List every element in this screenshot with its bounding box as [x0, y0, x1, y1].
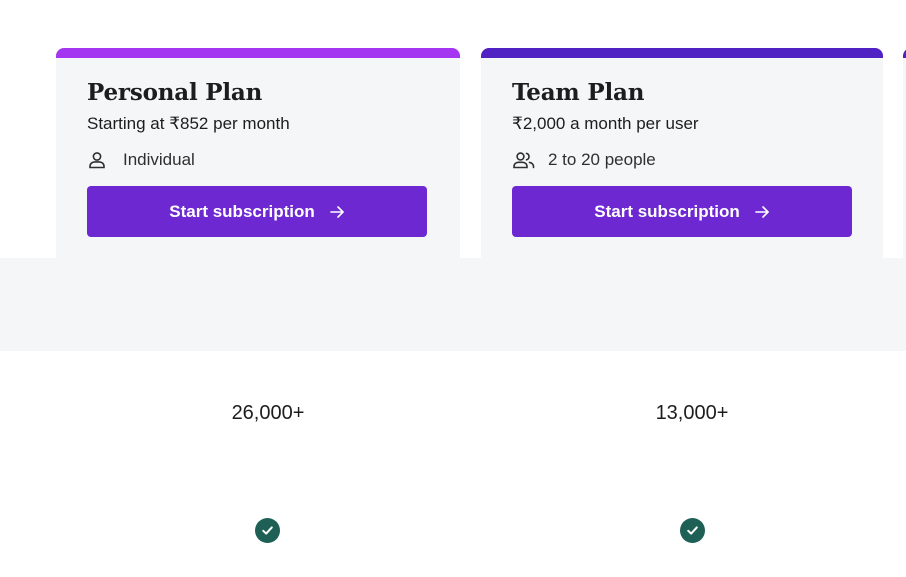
- plan-seats-label: Individual: [123, 150, 195, 169]
- person-icon: [87, 149, 113, 171]
- plan-price: ₹2,000 a month per user: [512, 114, 699, 133]
- plan-course-count: 26,000+: [231, 402, 305, 424]
- plan-comparison-band: [0, 258, 906, 351]
- start-subscription-label: Start subscription: [169, 201, 315, 221]
- plan-title: Personal Plan: [87, 79, 263, 106]
- start-subscription-label: Start subscription: [594, 201, 740, 221]
- arrow-right-icon: [329, 204, 345, 220]
- start-subscription-button[interactable]: Start subscription: [87, 186, 427, 237]
- arrow-right-icon: [754, 204, 770, 220]
- plan-seats: Individual: [87, 149, 195, 171]
- check-circle-icon: [255, 518, 280, 543]
- plan-card-accent-bar: [56, 48, 460, 58]
- plan-seats: 2 to 20 people: [512, 149, 656, 171]
- people-icon: [512, 149, 538, 171]
- plan-title: Team Plan: [512, 79, 645, 106]
- start-subscription-button[interactable]: Start subscription: [512, 186, 852, 237]
- plan-card-accent-bar: [481, 48, 883, 58]
- check-circle-icon: [680, 518, 705, 543]
- plan-card-team: Team Plan ₹2,000 a month per user 2 to 2…: [481, 48, 883, 258]
- plan-price: Starting at ₹852 per month: [87, 114, 290, 133]
- plan-course-count: 13,000+: [655, 402, 729, 424]
- plan-card-personal: Personal Plan Starting at ₹852 per month…: [56, 48, 460, 258]
- plan-seats-label: 2 to 20 people: [548, 150, 656, 169]
